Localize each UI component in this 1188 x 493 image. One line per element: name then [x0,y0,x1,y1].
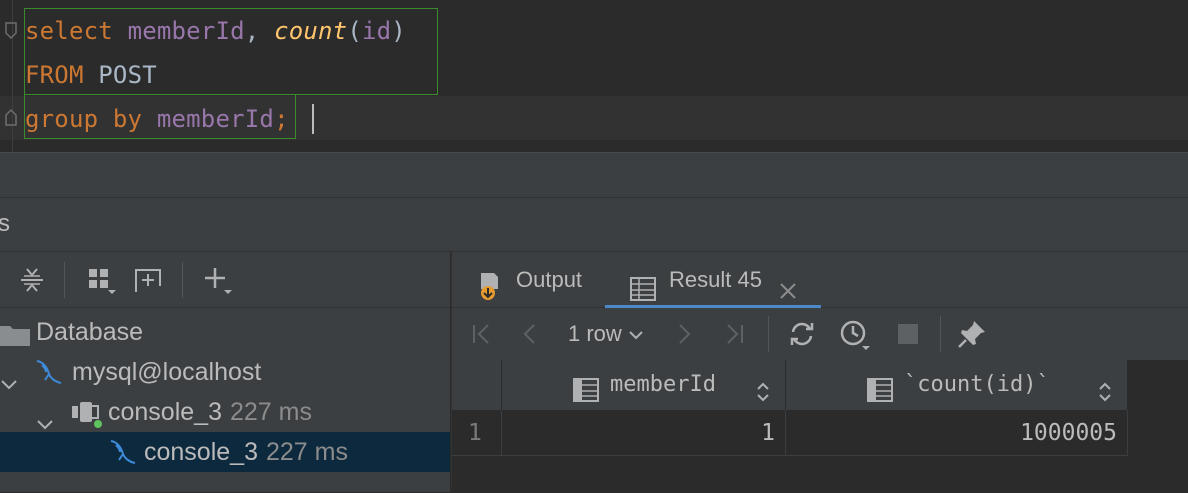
text-caret [312,104,314,134]
fold-end-icon[interactable] [4,108,18,126]
first-page-icon[interactable] [466,318,498,350]
code-line-2[interactable]: FROM POST [25,53,157,97]
comma: , [244,17,275,45]
result-grid: memberId `count(id)` 1 1 1000005 [452,360,1188,493]
chevron-down-icon [628,321,644,346]
tree-item-label-group: console_3 227 ms [144,432,348,472]
results-tabs: Output Result 45 [452,252,1188,308]
column-memberid-group: memberId [156,105,275,133]
execution-time: 227 ms [265,438,348,466]
tab-output[interactable]: Output [478,252,618,308]
services-header: s [0,197,1188,251]
keyword-select: select [25,17,113,45]
tree-item-console-session[interactable]: console_3 227 ms [0,392,450,432]
tree-item-label: console_3 [144,438,258,466]
collapse-all-icon[interactable] [16,264,48,296]
tab-label: Result 45 [669,267,762,292]
row-number-header [452,360,502,410]
tree-item-mysql-localhost[interactable]: mysql@localhost [0,352,450,392]
column-header-memberid[interactable]: memberId [502,360,786,410]
code-line-3[interactable]: group by memberId; [25,97,289,141]
toolbar-separator [182,262,183,298]
refresh-icon[interactable] [786,318,818,350]
last-page-icon[interactable] [718,318,750,350]
editor-status-strip [0,153,1188,197]
services-tree-panel: Database mysql@localhost console_3 227 ms [0,251,450,492]
tree-item-console[interactable]: console_3 227 ms [0,432,450,472]
toolbar-separator [64,262,65,298]
row-count-selector[interactable]: 1 row [568,318,644,350]
column-header-count[interactable]: `count(id)` [786,360,1128,410]
fold-start-icon[interactable] [4,22,18,40]
table-post: POST [98,61,157,89]
semicolon: ; [274,105,289,133]
add-icon[interactable] [202,264,234,296]
paren-open: ( [347,17,362,45]
grid-header: memberId `count(id)` [452,360,1128,410]
column-name: memberId [610,372,716,397]
keyword-from: FROM [25,61,84,89]
column-name: `count(id)` [904,372,1050,397]
toolbar-separator [768,316,769,352]
cell-memberid[interactable]: 1 [502,410,786,456]
tree-item-label-group: console_3 227 ms [108,392,312,432]
tree-item-label: mysql@localhost [72,358,262,386]
table-row[interactable]: 1 1 1000005 [452,410,1128,456]
keyword-group-by: group by [25,105,143,133]
function-count: count [274,17,348,45]
previous-page-icon[interactable] [514,318,546,350]
results-panel: Output Result 45 1 row memberId `count(i… [451,251,1188,493]
group-by-icon[interactable] [86,264,118,296]
history-clock-icon[interactable] [838,318,870,350]
paren-close: ) [391,17,406,45]
column-id: id [361,17,392,45]
next-page-icon[interactable] [668,318,700,350]
row-count: 1 row [568,321,622,346]
execution-time: 227 ms [229,398,312,426]
tree-item-label: Database [36,318,144,346]
results-toolbar: 1 row [452,308,1188,360]
row-number: 1 [452,410,502,456]
tree-item-database[interactable]: Database [0,312,450,352]
tab-result[interactable]: Result 45 [605,252,821,308]
services-toolbar [0,252,450,308]
services-title: s [0,210,10,237]
toolbar-separator [940,316,941,352]
code-line-1[interactable]: select memberId, count(id) [25,9,406,53]
pin-icon[interactable] [956,318,988,350]
new-console-icon[interactable] [132,264,164,296]
tree-item-label: console_3 [108,398,222,426]
stop-icon[interactable] [892,318,924,350]
mysql-dolphin-icon [108,438,138,478]
cell-count[interactable]: 1000005 [786,410,1128,456]
tab-label: Output [516,267,583,292]
sql-editor[interactable]: select memberId, count(id) FROM POST gro… [0,0,1188,152]
column-memberid: memberId [127,17,245,45]
